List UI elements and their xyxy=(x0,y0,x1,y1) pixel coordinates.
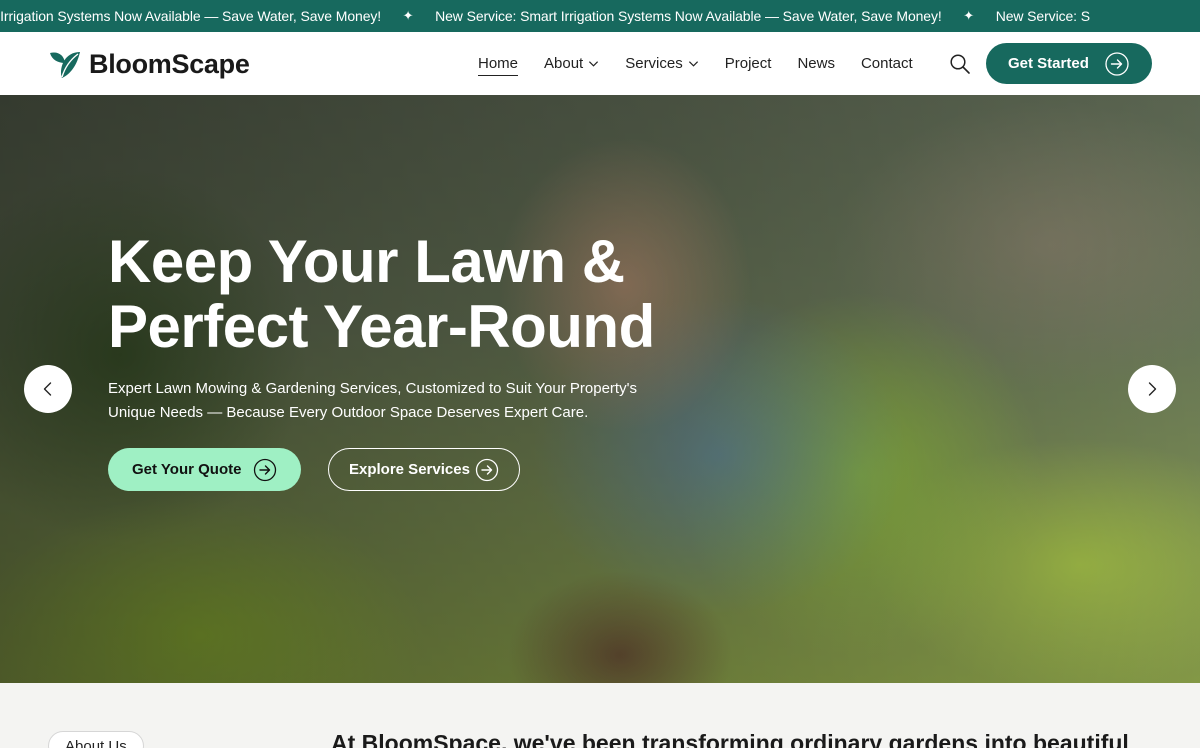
next-slide-button[interactable] xyxy=(1128,365,1176,413)
get-started-button[interactable]: Get Started xyxy=(986,43,1152,84)
announcement-ticker: rt Irrigation Systems Now Available — Sa… xyxy=(0,0,1200,32)
nav-project[interactable]: Project xyxy=(725,55,772,72)
leaf-icon xyxy=(50,52,80,78)
arrow-right-circle-icon xyxy=(475,458,499,482)
ticker-separator: ✦ xyxy=(402,8,414,23)
explore-services-button[interactable]: Explore Services xyxy=(328,448,520,491)
nav-label: Services xyxy=(625,55,683,72)
nav-label: News xyxy=(797,55,835,72)
nav-label: About xyxy=(544,55,584,72)
chevron-left-icon xyxy=(43,382,52,396)
arrow-right-circle-icon xyxy=(1105,52,1129,76)
nav-contact[interactable]: Contact xyxy=(861,55,913,72)
about-lead-text: At BloomSpace, we've been transforming o… xyxy=(331,730,1129,748)
nav-label: Contact xyxy=(860,55,913,72)
nav-services[interactable]: Services xyxy=(625,55,699,72)
chevron-down-icon xyxy=(688,61,698,67)
nav-home[interactable]: Home xyxy=(478,51,519,76)
hero-subtitle: Expert Lawn Mowing & Gardening Services,… xyxy=(108,377,668,425)
button-label: Explore Services xyxy=(349,461,470,478)
nav-about[interactable]: About xyxy=(544,55,599,72)
brand-name: BloomScape xyxy=(89,48,250,79)
cta-label: Get Started xyxy=(1008,55,1089,72)
hero-title-line: Perfect Year-Round xyxy=(108,293,655,360)
hero-title-line: Keep Your Lawn & xyxy=(108,228,625,295)
ticker-item: rt Irrigation Systems Now Available — Sa… xyxy=(0,8,382,24)
ticker-track: rt Irrigation Systems Now Available — Sa… xyxy=(0,0,1090,32)
site-header: BloomScape Home About Services Project N… xyxy=(0,32,1200,95)
nav-label: Project xyxy=(724,55,772,72)
hero-subtitle-line: Expert Lawn Mowing & Gardening Services,… xyxy=(108,380,637,397)
hero-subtitle-line: Unique Needs — Because Every Outdoor Spa… xyxy=(108,404,589,421)
button-label: Get Your Quote xyxy=(132,461,242,478)
get-quote-button[interactable]: Get Your Quote xyxy=(108,448,301,491)
search-icon[interactable] xyxy=(949,53,971,75)
arrow-right-circle-icon xyxy=(253,458,277,482)
ticker-item: New Service: Smart Irrigation Systems No… xyxy=(435,8,942,24)
about-us-badge: About Us xyxy=(48,731,144,748)
hero-title: Keep Your Lawn & Perfect Year-Round xyxy=(108,229,728,359)
nav-label: Home xyxy=(478,55,519,76)
previous-slide-button[interactable] xyxy=(24,365,72,413)
ticker-item: New Service: S xyxy=(995,8,1090,24)
hero-section: Keep Your Lawn & Perfect Year-Round Expe… xyxy=(0,95,1200,683)
main-nav: Home About Services Project News Contact xyxy=(478,32,939,95)
ticker-separator: ✦ xyxy=(963,8,975,23)
chevron-right-icon xyxy=(1148,382,1157,396)
nav-news[interactable]: News xyxy=(797,55,835,72)
brand-logo[interactable]: BloomScape xyxy=(48,47,250,81)
chevron-down-icon xyxy=(589,61,599,67)
